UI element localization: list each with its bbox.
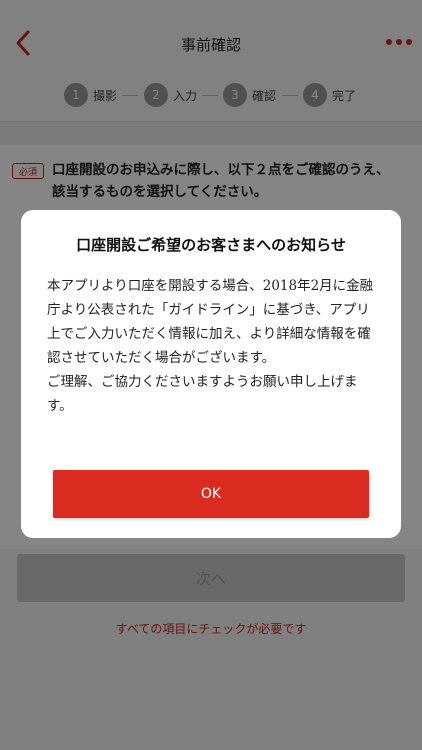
notice-dialog: 口座開設ご希望のお客さまへのお知らせ 本アプリより口座を開設する場合、2018年… (21, 210, 401, 538)
dialog-paragraph: ご理解、ご協力くださいますようお願い申し上げます。 (47, 374, 358, 414)
dialog-paragraph: 本アプリより口座を開設する場合、2018年2月に金融庁より公表された「ガイドライ… (47, 278, 374, 366)
dialog-body: 本アプリより口座を開設する場合、2018年2月に金融庁より公表された「ガイドライ… (47, 274, 377, 418)
dialog-title: 口座開設ご希望のお客さまへのお知らせ (76, 236, 346, 254)
ok-button[interactable]: OK (53, 470, 369, 518)
